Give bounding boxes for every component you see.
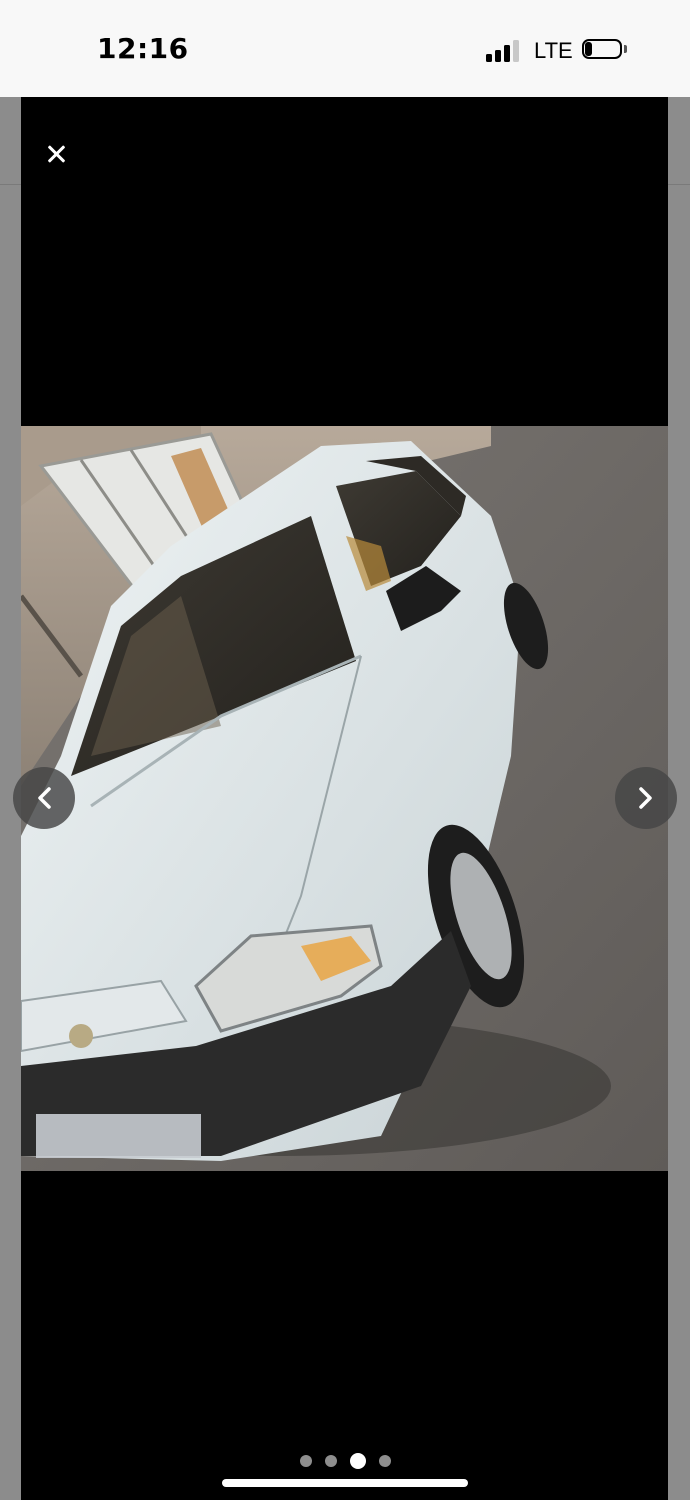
close-button[interactable] bbox=[41, 139, 71, 169]
listing-photo[interactable] bbox=[21, 426, 668, 1171]
status-time: 12:16 bbox=[97, 32, 189, 65]
cellular-signal-icon bbox=[486, 40, 522, 62]
chevron-right-icon bbox=[639, 787, 652, 809]
battery-icon bbox=[582, 39, 630, 63]
pagination-dot-active[interactable] bbox=[349, 1453, 366, 1469]
network-type-label: LTE bbox=[534, 38, 573, 63]
next-photo-button[interactable] bbox=[615, 767, 677, 829]
chevron-left-icon bbox=[38, 787, 51, 809]
pagination-dot[interactable] bbox=[378, 1455, 391, 1467]
previous-photo-button[interactable] bbox=[13, 767, 75, 829]
photo-pagination bbox=[0, 1452, 690, 1470]
car-photo-illustration bbox=[21, 426, 668, 1171]
battery-level bbox=[585, 42, 592, 56]
pagination-dot[interactable] bbox=[324, 1455, 337, 1467]
status-bar: 12:16 LTE bbox=[0, 0, 690, 97]
photo-viewer bbox=[21, 97, 668, 1500]
pagination-dot[interactable] bbox=[299, 1455, 312, 1467]
home-indicator[interactable] bbox=[222, 1479, 468, 1487]
